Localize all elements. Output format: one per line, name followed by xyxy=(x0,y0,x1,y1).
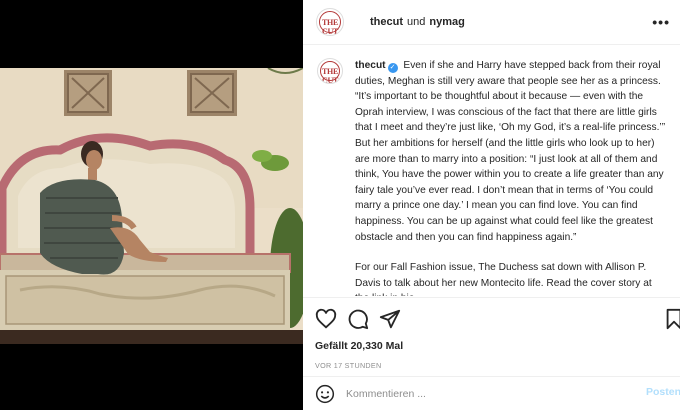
comment-input[interactable] xyxy=(346,385,626,403)
post-side-panel: THE CUT thecut und nymag ••• THE CUT the… xyxy=(303,0,680,410)
account-name-primary[interactable]: thecut xyxy=(370,16,403,28)
comment-bar: Posten xyxy=(303,376,680,410)
post-accounts: thecut und nymag xyxy=(370,16,465,28)
post-header: THE CUT thecut und nymag ••• xyxy=(303,0,680,45)
account-name-secondary[interactable]: nymag xyxy=(429,16,464,28)
action-bar xyxy=(303,297,680,339)
smiley-icon xyxy=(315,384,335,404)
accounts-joiner: und xyxy=(407,16,426,28)
caption-text: thecut ✓ Even if she and Harry have stepp… xyxy=(355,58,666,296)
avatar-logo-text: THE CUT xyxy=(322,18,338,36)
post-comment-button[interactable]: Posten xyxy=(646,386,680,398)
caption-paragraph-1: Even if she and Harry have stepped back … xyxy=(355,60,666,243)
caption-username[interactable]: thecut xyxy=(355,60,386,71)
post-photo[interactable] xyxy=(0,68,303,344)
more-horizontal-icon: ••• xyxy=(652,14,670,30)
comment-button[interactable] xyxy=(347,308,369,330)
avatar-logo-text: THE CUT xyxy=(322,67,338,84)
comment-icon xyxy=(348,309,369,330)
post-timestamp[interactable]: VOR 17 STUNDEN xyxy=(315,361,382,370)
paper-plane-icon xyxy=(379,309,401,329)
bookmark-icon xyxy=(666,308,680,330)
verified-badge-icon: ✓ xyxy=(387,63,398,73)
more-options-button[interactable]: ••• xyxy=(652,14,670,30)
likes-count[interactable]: Gefällt 20,330 Mal xyxy=(315,340,403,352)
photo-illustration xyxy=(0,68,303,344)
account-avatar-thecut[interactable]: THE CUT xyxy=(316,8,344,36)
photo-pane xyxy=(0,0,303,410)
like-button[interactable] xyxy=(315,308,337,330)
caption-paragraph-2: For our Fall Fashion issue, The Duchess … xyxy=(355,262,652,296)
caption-row: THE CUT thecut ✓ Even if she and Harry ha… xyxy=(317,58,666,296)
heart-icon xyxy=(315,308,337,329)
save-button[interactable] xyxy=(663,308,680,330)
share-button[interactable] xyxy=(379,308,401,330)
emoji-button[interactable] xyxy=(315,384,335,404)
caption-area[interactable]: THE CUT thecut ✓ Even if she and Harry ha… xyxy=(303,46,680,296)
caption-avatar[interactable]: THE CUT xyxy=(317,58,343,84)
